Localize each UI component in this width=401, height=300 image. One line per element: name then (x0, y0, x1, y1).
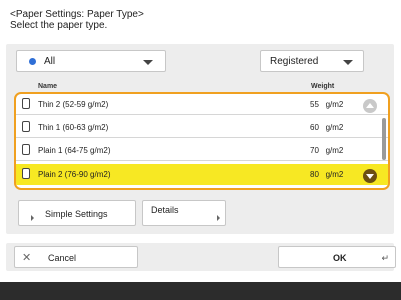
simple-settings-button[interactable]: Simple Settings (18, 200, 136, 226)
paper-icon (22, 168, 30, 179)
header: <Paper Settings: Paper Type> Select the … (10, 9, 144, 31)
details-button[interactable]: Details (142, 200, 226, 226)
registration-filter-dropdown[interactable]: Registered (260, 50, 364, 72)
column-header-name: Name (38, 83, 58, 90)
return-icon: ↵ (381, 253, 389, 263)
row-divider (16, 160, 388, 161)
column-header-weight: Weight (311, 83, 335, 90)
paper-name: Thin 1 (60-63 g/m2) (38, 123, 109, 132)
status-bar (0, 282, 401, 300)
list-item-selected[interactable]: Plain 2 (76-90 g/m2) 80 g/m2 (16, 164, 388, 185)
registration-filter-value: Registered (270, 56, 319, 67)
paper-icon (22, 98, 30, 109)
paper-weight: 60 g/m2 (310, 123, 344, 132)
corner-arrow-icon (217, 215, 220, 221)
corner-arrow-icon (31, 215, 34, 221)
instruction-text: Select the paper type. (10, 20, 108, 31)
paper-weight: 80 g/m2 (310, 170, 344, 179)
ok-button[interactable]: OK ↵ (278, 246, 396, 268)
row-divider (16, 114, 388, 115)
list-item[interactable]: Plain 1 (64-75 g/m2) 70 g/m2 (16, 140, 388, 161)
paper-name: Plain 1 (64-75 g/m2) (38, 146, 111, 155)
paper-icon (22, 121, 30, 132)
chevron-down-icon (343, 60, 353, 65)
chevron-down-icon (143, 60, 153, 65)
row-divider (16, 137, 388, 138)
paper-name: Thin 2 (52-59 g/m2) (38, 100, 109, 109)
scrollbar[interactable] (382, 118, 386, 160)
paper-icon (22, 144, 30, 155)
close-icon: ✕ (22, 252, 32, 264)
cancel-button[interactable]: ✕ Cancel (14, 246, 138, 268)
paper-weight: 55 g/m2 (310, 100, 344, 109)
list-item[interactable]: Thin 2 (52-59 g/m2) 55 g/m2 (16, 94, 388, 115)
category-filter-value: All (44, 56, 56, 67)
list-item[interactable]: Thin 1 (60-63 g/m2) 60 g/m2 (16, 117, 388, 138)
category-filter-dropdown[interactable]: All (16, 50, 166, 72)
scroll-down-icon[interactable] (363, 169, 377, 183)
paper-name: Plain 2 (76-90 g/m2) (38, 170, 111, 179)
category-dot-icon (29, 58, 36, 65)
scroll-up-icon[interactable] (363, 99, 377, 113)
paper-weight: 70 g/m2 (310, 146, 344, 155)
page-title: <Paper Settings: Paper Type> (10, 9, 144, 20)
paper-type-list: Thin 2 (52-59 g/m2) 55 g/m2 Thin 1 (60-6… (14, 92, 390, 190)
